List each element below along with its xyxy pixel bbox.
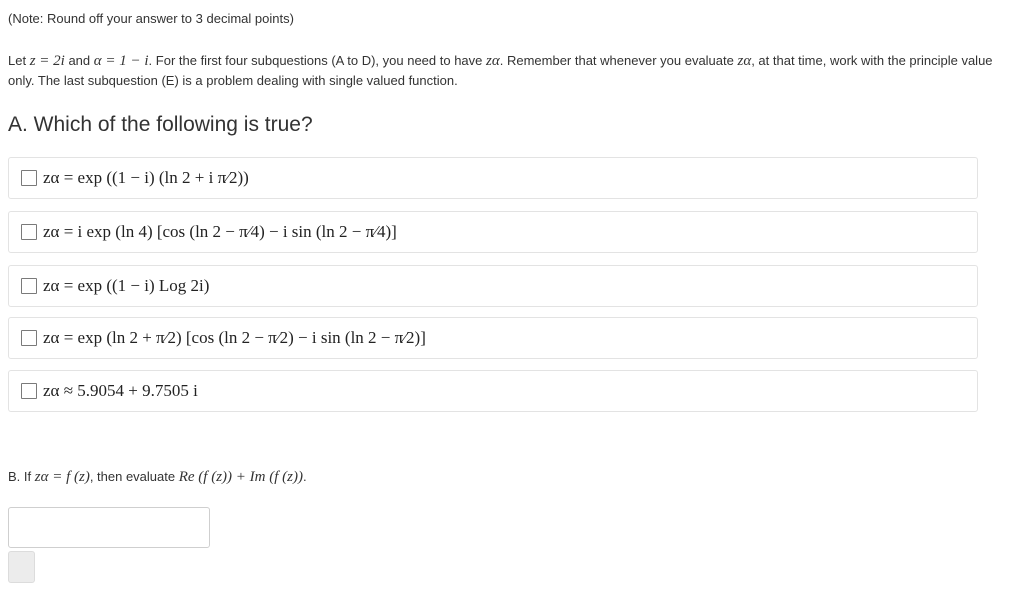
question-b-math-2: Re (f (z)) + Im (f (z)) xyxy=(178,469,303,485)
question-b-math-1: zα = f (z) xyxy=(34,469,90,485)
option-5-checkbox[interactable] xyxy=(21,383,37,399)
intro-text-4: . Remember that whenever you evaluate xyxy=(499,53,738,68)
alpha-definition: α = 1 − i xyxy=(93,53,149,69)
option-3-checkbox[interactable] xyxy=(21,278,37,294)
question-b-text-3: . xyxy=(302,469,307,484)
problem-intro: Let z = 2i and α = 1 − i. For the first … xyxy=(8,51,998,91)
option-2[interactable]: zα = i exp (ln 4) [cos (ln 2 − π⁄4) − i … xyxy=(8,211,978,253)
option-3-text: zα = exp ((1 − i) Log 2i) xyxy=(43,276,210,295)
z-alpha-2: zα xyxy=(737,53,752,69)
question-b-text-1: B. If xyxy=(8,469,35,484)
option-5[interactable]: zα ≈ 5.9054 + 9.7505 i xyxy=(8,370,978,412)
intro-text-1: Let xyxy=(8,53,30,68)
z-definition: z = 2i xyxy=(29,53,65,69)
option-1-text: zα = exp ((1 − i) (ln 2 + i π⁄2)) xyxy=(43,168,249,187)
option-1[interactable]: zα = exp ((1 − i) (ln 2 + i π⁄2)) xyxy=(8,157,978,199)
answer-input[interactable] xyxy=(8,507,210,548)
option-2-text: zα = i exp (ln 4) [cos (ln 2 − π⁄4) − i … xyxy=(43,222,397,241)
note-text: (Note: Round off your answer to 3 decima… xyxy=(8,11,294,26)
z-alpha-1: zα xyxy=(486,53,500,69)
question-b: B. If zα = f (z), then evaluate Re (f (z… xyxy=(8,469,307,486)
submit-button[interactable] xyxy=(8,551,35,583)
option-3[interactable]: zα = exp ((1 − i) Log 2i) xyxy=(8,265,978,307)
question-b-text-2: , then evaluate xyxy=(89,469,179,484)
option-2-checkbox[interactable] xyxy=(21,224,37,240)
option-5-text: zα ≈ 5.9054 + 9.7505 i xyxy=(43,381,198,400)
intro-text-3: . For the first four subquestions (A to … xyxy=(148,53,487,68)
option-1-checkbox[interactable] xyxy=(21,170,37,186)
intro-text-2: and xyxy=(64,53,94,68)
option-4[interactable]: zα = exp (ln 2 + π⁄2) [cos (ln 2 − π⁄2) … xyxy=(8,317,978,359)
question-a-title: A. Which of the following is true? xyxy=(8,113,313,136)
option-4-text: zα = exp (ln 2 + π⁄2) [cos (ln 2 − π⁄2) … xyxy=(43,328,426,347)
option-4-checkbox[interactable] xyxy=(21,330,37,346)
